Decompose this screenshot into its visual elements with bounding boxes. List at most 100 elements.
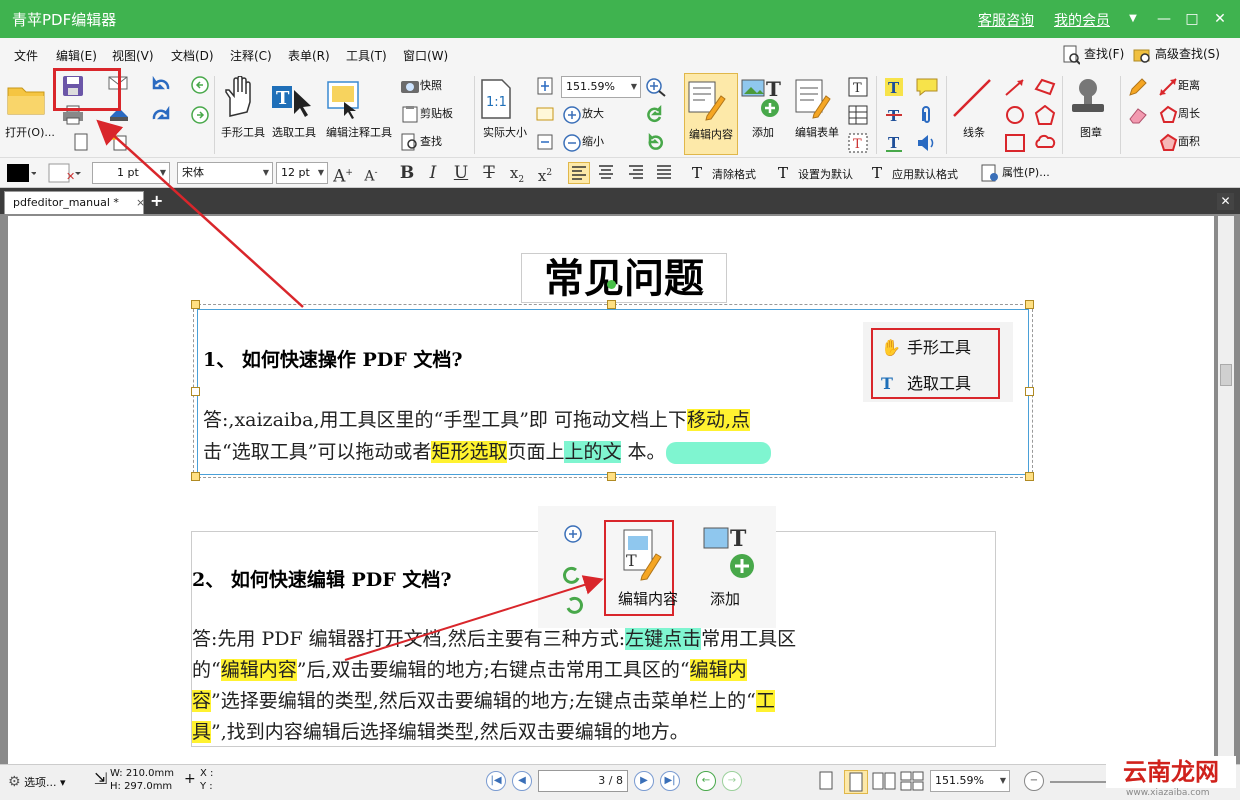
line-width-select[interactable]: 1 pt ▼ bbox=[92, 162, 170, 184]
options-button[interactable]: ⚙ 选项... ▾ bbox=[8, 774, 66, 790]
strikeout-button[interactable]: T bbox=[884, 104, 904, 125]
add-button[interactable]: T 添加 bbox=[740, 76, 786, 140]
first-page-button[interactable]: |◀ bbox=[486, 771, 506, 791]
zoom-out-status-button[interactable]: − bbox=[1024, 771, 1044, 791]
close-button[interactable]: ✕ bbox=[1209, 8, 1231, 30]
rectangle-button[interactable] bbox=[1004, 132, 1025, 152]
close-document-icon[interactable]: ✕ bbox=[1217, 193, 1234, 210]
clipboard-button[interactable]: 剪贴板 bbox=[400, 104, 453, 124]
highlight-text-button[interactable]: T bbox=[884, 76, 904, 97]
zoom-out-button[interactable]: 缩小 bbox=[562, 132, 604, 152]
underline-button[interactable]: T bbox=[884, 132, 904, 152]
font-select[interactable]: 宋体 ▼ bbox=[177, 162, 273, 184]
last-page-button[interactable]: ▶| bbox=[660, 771, 680, 791]
strikethrough-icon[interactable]: T bbox=[478, 162, 500, 184]
continuous-facing-icon[interactable] bbox=[900, 771, 924, 791]
edit-annotation-button[interactable]: 编辑注释工具 bbox=[322, 76, 396, 140]
advanced-find-button[interactable]: 高级查找(S) bbox=[1133, 42, 1220, 66]
scrollbar-thumb[interactable] bbox=[1220, 364, 1232, 386]
magnifier-button[interactable] bbox=[645, 76, 666, 97]
document-button[interactable] bbox=[72, 132, 92, 152]
polyline-button[interactable] bbox=[1034, 76, 1056, 96]
subscript-icon[interactable]: x2 bbox=[506, 162, 528, 185]
align-center-icon[interactable] bbox=[596, 162, 618, 184]
menu-file[interactable]: 文件 bbox=[14, 47, 38, 64]
minimize-button[interactable]: — bbox=[1153, 8, 1175, 30]
my-membership-link[interactable]: 我的会员 bbox=[1054, 10, 1110, 30]
italic-icon[interactable]: I bbox=[422, 162, 444, 184]
perimeter-button[interactable]: 周长 bbox=[1158, 104, 1200, 124]
line-button[interactable]: 线条 bbox=[950, 76, 998, 140]
edit-content-button[interactable]: 编辑内容 bbox=[684, 73, 738, 155]
fill-color-button[interactable] bbox=[6, 162, 36, 184]
bold-icon[interactable]: B bbox=[396, 162, 418, 184]
zoom-slider[interactable] bbox=[1050, 781, 1110, 783]
cloud-button[interactable] bbox=[1034, 132, 1056, 152]
tab-close-icon[interactable]: × bbox=[136, 192, 145, 214]
single-page-icon[interactable] bbox=[818, 771, 834, 791]
new-button[interactable] bbox=[110, 132, 130, 152]
go-forward-button[interactable]: → bbox=[722, 771, 742, 791]
menu-annotation[interactable]: 注释(C) bbox=[230, 47, 272, 64]
menu-window[interactable]: 窗口(W) bbox=[403, 47, 448, 64]
increase-font-icon[interactable]: A+ bbox=[332, 162, 354, 187]
menu-tools[interactable]: 工具(T) bbox=[346, 47, 387, 64]
back-button[interactable] bbox=[190, 74, 210, 94]
justify-icon[interactable] bbox=[654, 162, 676, 184]
actual-size-button[interactable]: 1:1 实际大小 bbox=[478, 76, 532, 140]
resize-handle[interactable] bbox=[607, 300, 616, 309]
maximize-button[interactable]: □ bbox=[1181, 8, 1203, 30]
draw-button[interactable] bbox=[1128, 76, 1148, 96]
tab-pdfeditor-manual[interactable]: pdfeditor_manual * × bbox=[4, 191, 145, 214]
note-button[interactable] bbox=[916, 76, 938, 97]
find-small-button[interactable]: 查找 bbox=[400, 132, 442, 152]
zoom-in-button[interactable]: 放大 bbox=[562, 104, 604, 124]
next-page-button[interactable]: ▶ bbox=[634, 771, 654, 791]
resize-handle[interactable] bbox=[1025, 387, 1034, 396]
set-default-button[interactable]: T 设置为默认 bbox=[778, 162, 853, 184]
fit-visible-button[interactable] bbox=[536, 132, 556, 152]
previous-page-button[interactable]: ◀ bbox=[512, 771, 532, 791]
callout-text-button[interactable]: T bbox=[848, 132, 868, 153]
distance-button[interactable]: 距离 bbox=[1158, 76, 1200, 96]
resize-handle[interactable] bbox=[1025, 472, 1034, 481]
menu-edit[interactable]: 编辑(E) bbox=[56, 47, 97, 64]
new-tab-icon[interactable]: + bbox=[150, 191, 163, 210]
zoom-select[interactable]: 151.59% ▼ bbox=[561, 76, 641, 98]
status-zoom-select[interactable]: 151.59% ▼ bbox=[930, 770, 1010, 792]
stamp-button[interactable]: 图章 bbox=[1066, 76, 1116, 140]
menu-document[interactable]: 文档(D) bbox=[171, 47, 214, 64]
vertical-scrollbar[interactable] bbox=[1218, 216, 1234, 764]
open-button[interactable]: 打开(O)... bbox=[4, 76, 56, 140]
fit-page-button[interactable] bbox=[536, 76, 556, 96]
align-right-icon[interactable] bbox=[626, 162, 648, 184]
font-size-select[interactable]: 12 pt ▼ bbox=[276, 162, 328, 184]
sound-button[interactable] bbox=[916, 132, 936, 152]
ellipse-button[interactable] bbox=[1004, 104, 1024, 124]
menu-form[interactable]: 表单(R) bbox=[288, 47, 330, 64]
polygon-button[interactable] bbox=[1034, 104, 1056, 125]
go-back-button[interactable]: ← bbox=[696, 771, 716, 791]
dropdown-icon[interactable]: ▼ bbox=[1122, 8, 1144, 30]
menu-view[interactable]: 视图(V) bbox=[112, 47, 154, 64]
resize-handle[interactable] bbox=[1025, 300, 1034, 309]
decrease-font-icon[interactable]: A- bbox=[360, 162, 382, 185]
area-button[interactable]: 面积 bbox=[1158, 132, 1200, 152]
rotate-handle[interactable] bbox=[607, 280, 616, 289]
superscript-icon[interactable]: x2 bbox=[534, 162, 556, 185]
attach-button[interactable] bbox=[916, 104, 936, 124]
hand-tool-button[interactable]: 手形工具 bbox=[218, 76, 268, 140]
customer-service-link[interactable]: 客服咨询 bbox=[978, 10, 1034, 30]
resize-handle[interactable] bbox=[191, 472, 200, 481]
resize-handle[interactable] bbox=[191, 387, 200, 396]
eraser-button[interactable] bbox=[1128, 104, 1148, 124]
fit-width-button[interactable] bbox=[536, 104, 556, 124]
rotate-right-button[interactable] bbox=[645, 132, 665, 152]
clear-format-button[interactable]: T 清除格式 bbox=[692, 162, 756, 184]
facing-page-icon[interactable] bbox=[872, 771, 896, 791]
underline-format-icon[interactable]: U bbox=[450, 162, 472, 184]
page-number-input[interactable]: 3 / 8 bbox=[538, 770, 628, 792]
undo-button[interactable] bbox=[150, 74, 170, 94]
text-box-button[interactable]: T bbox=[848, 76, 868, 97]
resize-handle[interactable] bbox=[191, 300, 200, 309]
